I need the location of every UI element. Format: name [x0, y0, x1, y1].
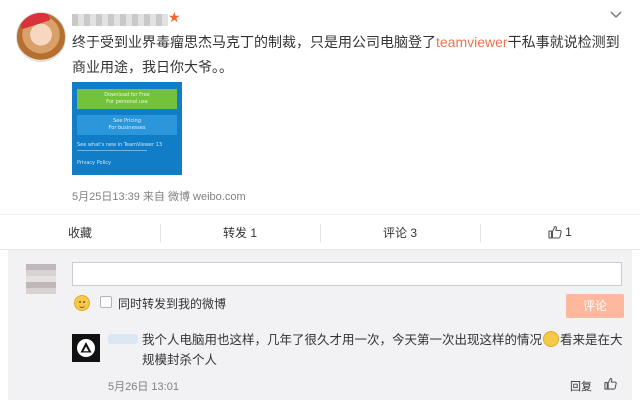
emoji-picker-icon[interactable]: [74, 295, 90, 311]
post-text-before: 终于受到业界毒瘤思杰马克丁的制裁，只是用公司电脑登了: [72, 34, 436, 50]
image-pricing-sub: For businesses: [108, 125, 146, 131]
weibo-post: ★ 终于受到业界毒瘤思杰马克丁的制裁，只是用公司电脑登了teamviewer干私…: [0, 0, 640, 214]
like-count: 1: [565, 225, 572, 239]
image-download-button: Download for Free For personal use: [77, 89, 177, 109]
image-download-sub: For personal use: [106, 99, 148, 105]
comment-text: 我个人电脑用也这样，几年了很久才用一次，今天第一次出现这样的情况 看来是在大规模封…: [142, 330, 624, 370]
image-divider: [77, 150, 147, 151]
post-meta[interactable]: 5月25日13:39 来自 微博 weibo.com: [72, 188, 246, 204]
post-keyword-link[interactable]: teamviewer: [436, 34, 508, 50]
comment-button[interactable]: 评论 3: [320, 215, 480, 249]
thumbs-up-icon: [548, 225, 562, 239]
comment-section: 同时转发到我的微博 评论 我个人电脑用也这样，几年了很久才用一次，今天第一次出现…: [8, 250, 632, 400]
reply-button[interactable]: 回复: [570, 378, 592, 394]
submit-comment-button[interactable]: 评论: [566, 294, 624, 318]
repost-label: 转发 1: [222, 225, 257, 240]
author-avatar[interactable]: [16, 12, 66, 62]
thinking-emoji-icon: [543, 331, 560, 347]
favorite-label: 收藏: [67, 225, 92, 240]
commenter-name-blurred[interactable]: [108, 334, 138, 344]
current-user-avatar[interactable]: [26, 264, 56, 294]
comment-label: 评论 3: [382, 225, 417, 240]
image-pricing-label: See Pricing: [113, 118, 141, 124]
post-image-thumbnail[interactable]: Download for Free For personal use See P…: [72, 82, 182, 175]
author-name-blurred[interactable]: [72, 14, 168, 26]
vip-star-icon: ★: [168, 10, 181, 26]
image-whats-new: See what's new in TeamViewer 13: [77, 142, 163, 148]
comment-timestamp: 5月26日 13:01: [108, 381, 179, 393]
comment-like-icon[interactable]: [604, 377, 617, 394]
commenter-logo-icon: [77, 339, 95, 357]
post-action-bar: 收藏 转发 1 评论 3 1: [0, 214, 640, 250]
repost-button[interactable]: 转发 1: [160, 215, 320, 249]
also-repost-checkbox[interactable]: [100, 296, 112, 308]
like-button[interactable]: 1: [480, 215, 640, 249]
image-download-label: Download for Free: [104, 92, 150, 98]
favorite-button[interactable]: 收藏: [0, 215, 160, 249]
commenter-avatar[interactable]: [72, 334, 100, 362]
chevron-down-icon[interactable]: [610, 8, 622, 23]
comment-text-part1: 我个人电脑用也这样，几年了很久才用一次，今天第一次出现这样的情况: [142, 333, 543, 347]
post-text: 终于受到业界毒瘤思杰马克丁的制裁，只是用公司电脑登了teamviewer干私事就…: [72, 30, 622, 80]
image-pricing-button: See Pricing For businesses: [77, 115, 177, 135]
image-privacy: Privacy Policy: [77, 160, 112, 166]
comment-input[interactable]: [72, 262, 622, 286]
santa-hat-decoration: [17, 13, 51, 30]
also-repost-label[interactable]: 同时转发到我的微博: [118, 295, 226, 312]
